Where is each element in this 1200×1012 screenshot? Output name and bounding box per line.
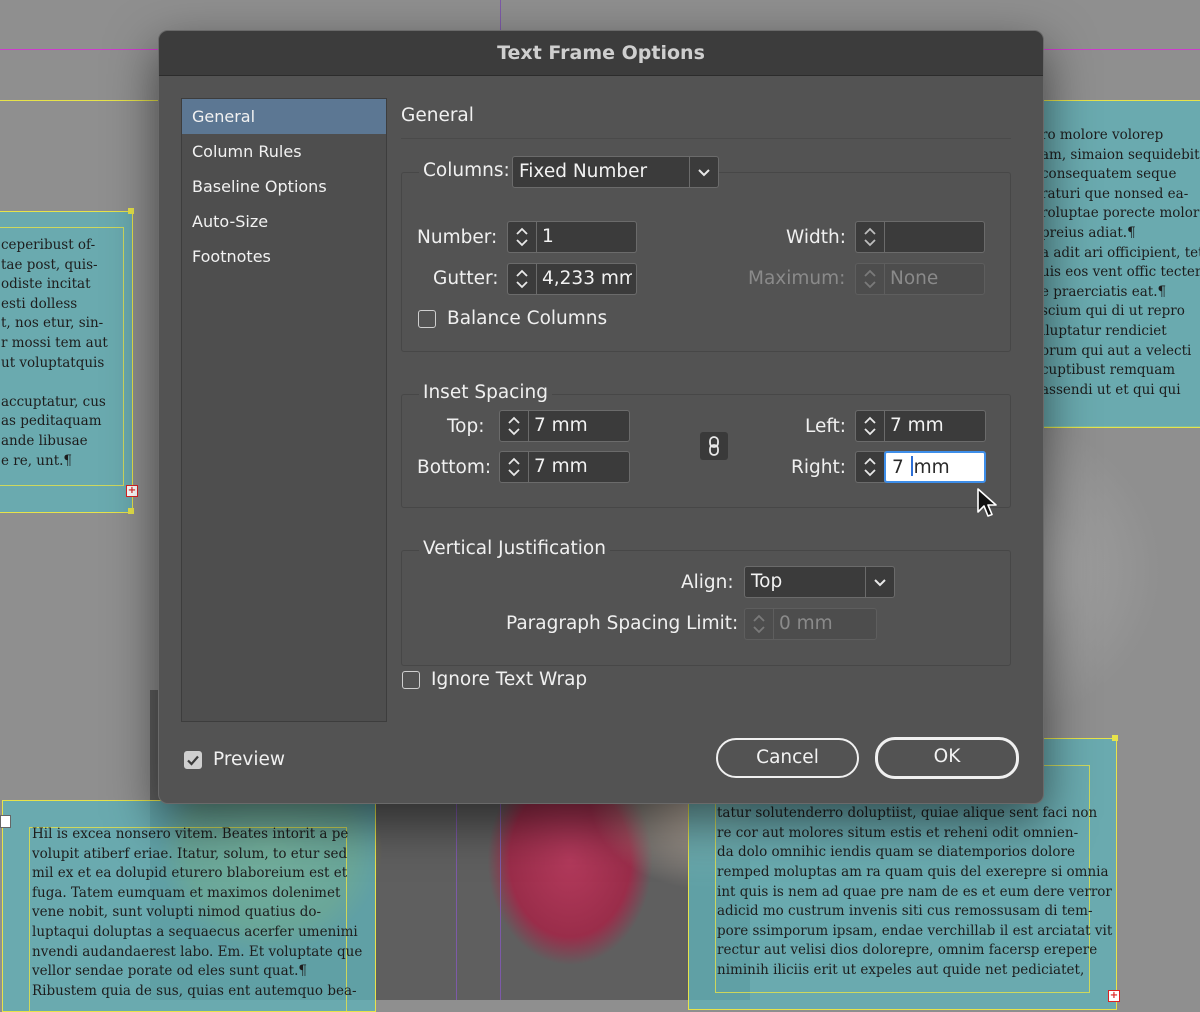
- cancel-button[interactable]: Cancel: [716, 738, 859, 778]
- top-inset-stepper[interactable]: 7 mm: [499, 410, 630, 442]
- vertical-justification-section: [401, 550, 1011, 666]
- dialog-title: Text Frame Options: [159, 31, 1043, 76]
- vertical-justification-title: Vertical Justification: [419, 538, 610, 559]
- left-inset-stepper[interactable]: 7 mm: [855, 410, 986, 442]
- sidebar-item-footnotes[interactable]: Footnotes: [182, 239, 386, 274]
- right-inset-field[interactable]: 7 mm: [884, 451, 986, 483]
- chevron-down-icon: [874, 579, 886, 587]
- sidebar-item-baseline-options[interactable]: Baseline Options: [182, 169, 386, 204]
- right-label: Right:: [791, 457, 846, 478]
- panel-title: General: [401, 105, 474, 126]
- paragraph-spacing-limit-value[interactable]: 0 mm: [779, 609, 872, 639]
- stepper-arrows-icon[interactable]: [856, 411, 885, 441]
- frame-edge-left: [0, 100, 160, 101]
- width-label: Width:: [786, 227, 846, 248]
- ignore-text-wrap-checkbox[interactable]: [402, 671, 420, 689]
- right-inset-value[interactable]: 7 mm: [892, 453, 980, 483]
- right-inset-stepper[interactable]: 7 mm: [855, 451, 986, 483]
- checkmark-icon: [186, 755, 199, 766]
- balance-columns-label[interactable]: Balance Columns: [447, 308, 607, 329]
- stepper-arrows-icon[interactable]: [856, 222, 885, 252]
- bottom-inset-value[interactable]: 7 mm: [534, 452, 625, 482]
- frame-handle[interactable]: [128, 508, 134, 514]
- left-label: Left:: [805, 416, 847, 437]
- stepper-arrows-icon[interactable]: [745, 609, 774, 639]
- text-frame-bottom-left[interactable]: Hil is excea nonsero vitem. Beates intor…: [2, 800, 376, 1012]
- mouse-cursor-icon: [977, 488, 997, 517]
- balance-columns-checkbox[interactable]: [418, 310, 436, 328]
- sidebar-item-auto-size[interactable]: Auto-Size: [182, 204, 386, 239]
- maximum-label: Maximum:: [748, 268, 846, 289]
- stepper-arrows-icon[interactable]: [856, 452, 885, 482]
- out-port-icon[interactable]: +: [126, 485, 138, 497]
- align-value: Top: [751, 571, 783, 592]
- bottom-label: Bottom:: [417, 457, 492, 478]
- frame-handle[interactable]: [128, 208, 134, 214]
- frame-text: Hil is excea nonsero vitem. Beates intor…: [32, 826, 363, 999]
- ignore-text-wrap-label[interactable]: Ignore Text Wrap: [431, 669, 587, 690]
- maximum-stepper[interactable]: None: [855, 263, 985, 295]
- paragraph-spacing-limit-stepper[interactable]: 0 mm: [744, 608, 877, 640]
- text-caret: [910, 456, 913, 476]
- gutter-value[interactable]: 4,233 mm: [542, 264, 632, 294]
- text-frame-left[interactable]: ceperibust of- tae post, quis- odiste in…: [0, 211, 133, 513]
- frame-text: ceperibust of- tae post, quis- odiste in…: [1, 237, 108, 469]
- width-stepper[interactable]: [855, 221, 985, 253]
- stepper-arrows-icon[interactable]: [500, 411, 529, 441]
- align-dropdown[interactable]: Top: [744, 566, 895, 598]
- gutter-label: Gutter:: [433, 268, 499, 289]
- frame-handle[interactable]: [0, 815, 11, 828]
- inset-spacing-title: Inset Spacing: [419, 382, 552, 403]
- stepper-arrows-icon[interactable]: [508, 222, 537, 252]
- frame-text: ro molore volorep am, simaion sequidebit…: [1041, 127, 1200, 398]
- stepper-arrows-icon[interactable]: [856, 264, 885, 294]
- chevron-down-icon: [698, 169, 710, 177]
- top-inset-value[interactable]: 7 mm: [534, 411, 625, 441]
- bottom-inset-stepper[interactable]: 7 mm: [499, 451, 630, 483]
- stepper-arrows-icon[interactable]: [508, 264, 537, 294]
- ok-button[interactable]: OK: [875, 737, 1019, 779]
- divider: [401, 138, 1011, 139]
- category-sidebar: General Column Rules Baseline Options Au…: [181, 98, 387, 722]
- width-value[interactable]: [890, 222, 980, 252]
- paragraph-spacing-limit-label: Paragraph Spacing Limit:: [506, 613, 739, 634]
- maximum-value[interactable]: None: [890, 264, 980, 294]
- sidebar-item-column-rules[interactable]: Column Rules: [182, 134, 386, 169]
- link-icon[interactable]: [700, 432, 728, 460]
- preview-checkbox[interactable]: [184, 751, 202, 769]
- columns-type-value: Fixed Number: [519, 161, 648, 182]
- columns-label: Columns:: [419, 160, 514, 181]
- preview-label[interactable]: Preview: [213, 749, 285, 770]
- top-label: Top:: [447, 416, 485, 437]
- columns-type-dropdown[interactable]: Fixed Number: [512, 156, 719, 188]
- stepper-arrows-icon[interactable]: [500, 452, 529, 482]
- text-frame-right-top[interactable]: ro molore volorep am, simaion sequidebit…: [1040, 100, 1200, 428]
- right-inset-text-before-caret: 7: [892, 457, 910, 478]
- column-guide: [456, 800, 457, 1000]
- number-value[interactable]: 1: [542, 222, 632, 252]
- left-inset-value[interactable]: 7 mm: [890, 411, 981, 441]
- gutter-stepper[interactable]: 4,233 mm: [507, 263, 637, 295]
- frame-handle[interactable]: [1112, 735, 1118, 741]
- number-stepper[interactable]: 1: [507, 221, 637, 253]
- sidebar-item-general[interactable]: General: [182, 99, 386, 134]
- right-inset-text-after-caret: mm: [913, 457, 950, 478]
- out-port-icon[interactable]: +: [1108, 990, 1120, 1002]
- text-frame-options-dialog: Text Frame Options General Column Rules …: [158, 30, 1044, 804]
- align-label: Align:: [681, 572, 734, 593]
- number-label: Number:: [417, 227, 498, 248]
